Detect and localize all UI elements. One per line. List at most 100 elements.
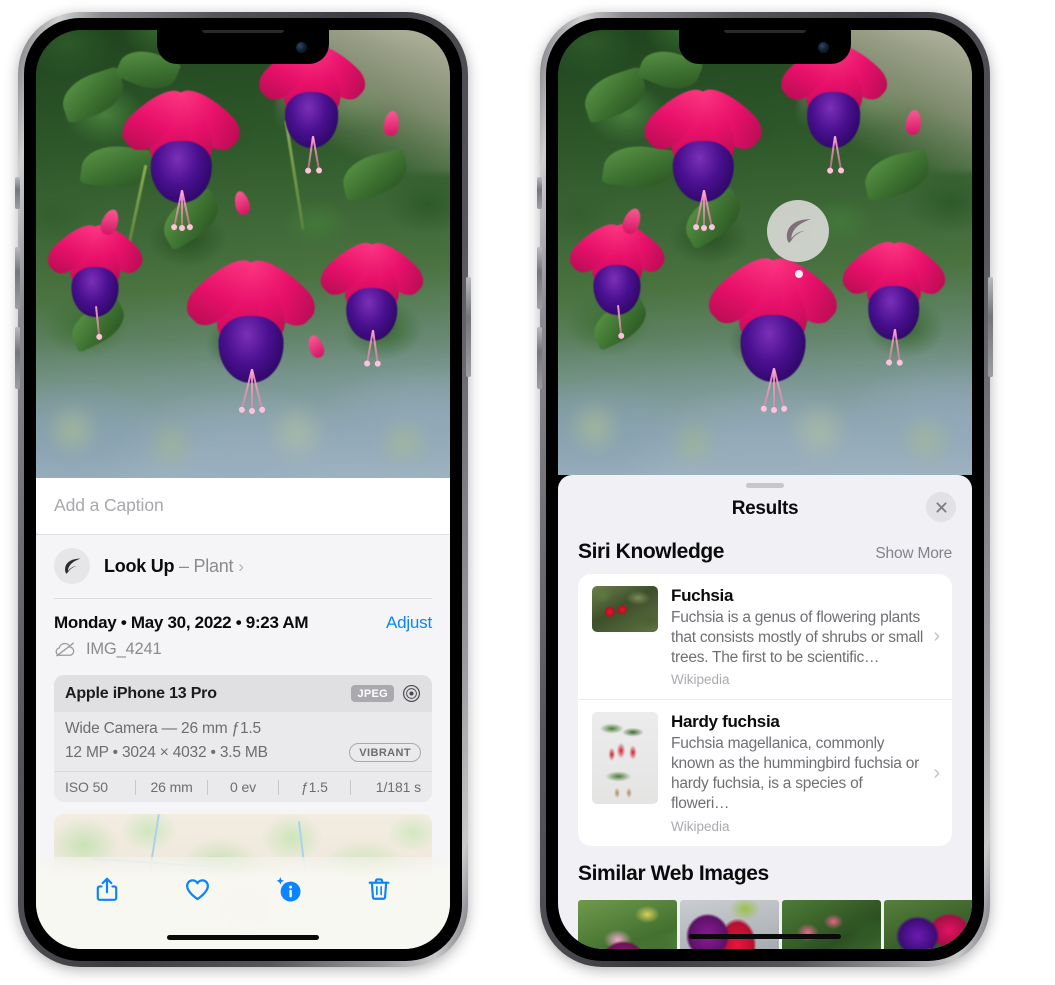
volume-down-button[interactable] (537, 327, 542, 389)
earpiece-speaker (202, 30, 284, 33)
right-iphone-device: Results Siri Knowledge Show More Fuchsia… (537, 12, 993, 967)
mute-switch[interactable] (537, 177, 542, 209)
knowledge-list-item[interactable]: Fuchsia Fuchsia is a genus of flowering … (578, 574, 952, 699)
knowledge-item-title: Hardy fuchsia (671, 712, 780, 732)
sheet-header: Results (558, 488, 972, 534)
heart-icon[interactable] (176, 867, 220, 911)
adjust-button[interactable]: Adjust (386, 613, 432, 633)
photographic-style-badge: VIBRANT (349, 743, 421, 762)
exif-aperture: ƒ1.5 (300, 779, 328, 795)
web-image-thumbnail[interactable] (680, 899, 779, 949)
photo-details-block: Monday • May 30, 2022 • 9:23 AM IMG_4241… (36, 599, 450, 663)
photo-date: Monday • May 30, 2022 • 9:23 AM (54, 613, 309, 632)
exif-focal-length: 26 mm (150, 779, 193, 795)
look-up-label: Look Up – Plant › (104, 556, 244, 577)
earpiece-speaker (724, 30, 806, 33)
format-badge: JPEG (351, 685, 394, 702)
exif-shutter-speed: 1/181 s (375, 779, 422, 795)
volume-down-button[interactable] (15, 327, 20, 389)
filename-row: IMG_4241 (54, 640, 386, 659)
exif-row: ISO 50 26 mm 0 ev ƒ1.5 1/181 s (54, 772, 432, 802)
photo-fuchsia-bloom (41, 216, 148, 338)
left-phone-bezel: Add a Caption ✦ ✦ Look Up – Plant› (24, 18, 462, 961)
knowledge-item-title: Fuchsia (671, 586, 734, 605)
look-up-row[interactable]: ✦ ✦ Look Up – Plant› (36, 528, 450, 598)
look-up-subject: Plant (193, 555, 234, 576)
leaf-icon (54, 548, 90, 584)
visual-lookup-indicator-dot (795, 270, 803, 278)
chevron-right-icon[interactable]: › (238, 557, 244, 576)
similar-web-images-grid[interactable] (558, 899, 972, 949)
chevron-right-icon[interactable]: › (929, 762, 940, 785)
front-camera-icon (296, 42, 307, 53)
notch (679, 30, 851, 64)
notch (157, 30, 329, 64)
camera-card-header: Apple iPhone 13 Pro JPEG (54, 675, 432, 712)
lens-info: Wide Camera — 26 mm ƒ1.5 (65, 720, 261, 737)
photo-info-panel: Add a Caption ✦ ✦ Look Up – Plant› (36, 478, 450, 949)
chevron-right-icon[interactable]: › (929, 625, 940, 648)
power-button[interactable] (988, 277, 993, 377)
knowledge-item-description: Fuchsia magellanica, commonly known as t… (671, 735, 919, 812)
web-image-thumbnail[interactable] (782, 899, 881, 949)
photo-filename: IMG_4241 (86, 640, 162, 658)
knowledge-item-source: Wikipedia (671, 672, 730, 688)
cloud-slash-icon (55, 642, 75, 657)
trash-icon[interactable] (357, 867, 401, 911)
photo-viewer[interactable] (36, 30, 450, 478)
photo-fuchsia-bloom (836, 232, 952, 363)
exif-exposure-bias: 0 ev (229, 779, 257, 795)
camera-device-name: Apple iPhone 13 Pro (65, 684, 217, 702)
photo-fuchsia-bloom (701, 247, 846, 413)
left-iphone-device: Add a Caption ✦ ✦ Look Up – Plant› (15, 12, 471, 967)
volume-up-button[interactable] (15, 247, 20, 309)
similar-web-images-header: Similar Web Images (558, 846, 972, 896)
close-icon[interactable] (926, 492, 956, 522)
photo-viewer[interactable] (558, 30, 972, 475)
info-sparkle-icon[interactable] (266, 867, 310, 911)
caption-field-row[interactable]: Add a Caption (36, 478, 450, 535)
volume-up-button[interactable] (537, 247, 542, 309)
photo-fuchsia-bloom (314, 233, 430, 364)
camera-card-body: Wide Camera — 26 mm ƒ1.5 12 MP • 3024 × … (54, 712, 432, 772)
aperture-icon (402, 684, 421, 703)
look-up-title: Look Up (104, 555, 175, 576)
image-spec-info: 12 MP • 3024 × 4032 • 3.5 MB (65, 743, 268, 761)
camera-metadata-card[interactable]: Apple iPhone 13 Pro JPEG Wide Camera — 2… (54, 675, 432, 802)
show-more-button[interactable]: Show More (875, 545, 952, 563)
siri-knowledge-title: Siri Knowledge (578, 540, 725, 563)
front-camera-icon (818, 42, 829, 53)
similar-web-images-title: Similar Web Images (578, 861, 769, 885)
knowledge-item-description: Fuchsia is a genus of flowering plants t… (671, 609, 924, 666)
results-sheet: Results Siri Knowledge Show More Fuchsia… (558, 475, 972, 949)
photo-fuchsia-bloom (563, 215, 670, 336)
mute-switch[interactable] (15, 177, 20, 209)
power-button[interactable] (466, 277, 471, 377)
sheet-title: Results (731, 498, 799, 519)
knowledge-item-source: Wikipedia (671, 818, 730, 834)
visual-lookup-leaf-badge[interactable] (767, 200, 829, 262)
caption-placeholder[interactable]: Add a Caption (54, 495, 432, 516)
knowledge-list-item[interactable]: Hardy fuchsia Fuchsia magellanica, commo… (578, 699, 952, 845)
share-icon[interactable] (85, 867, 129, 911)
left-phone-screen: Add a Caption ✦ ✦ Look Up – Plant› (36, 30, 450, 949)
web-image-thumbnail[interactable] (884, 899, 972, 949)
photo-fuchsia-bloom (636, 79, 770, 232)
exif-iso: ISO 50 (65, 779, 108, 795)
photo-fuchsia-bloom (773, 36, 894, 171)
photo-toolbar (36, 857, 450, 949)
leaf-icon (786, 218, 811, 243)
photo-fuchsia-bloom (114, 79, 248, 232)
right-phone-bezel: Results Siri Knowledge Show More Fuchsia… (546, 18, 984, 961)
knowledge-thumbnail (592, 586, 658, 632)
photo-fuchsia-bloom (179, 248, 324, 415)
right-phone-screen: Results Siri Knowledge Show More Fuchsia… (558, 30, 972, 949)
siri-knowledge-card: Fuchsia Fuchsia is a genus of flowering … (578, 574, 952, 846)
knowledge-thumbnail (592, 712, 658, 805)
siri-knowledge-header: Siri Knowledge Show More (558, 534, 972, 574)
photo-fuchsia-bloom (251, 36, 372, 171)
home-indicator[interactable] (167, 935, 319, 940)
web-image-thumbnail[interactable] (578, 899, 677, 949)
look-up-dash: – (174, 555, 194, 576)
home-indicator[interactable] (689, 934, 841, 939)
